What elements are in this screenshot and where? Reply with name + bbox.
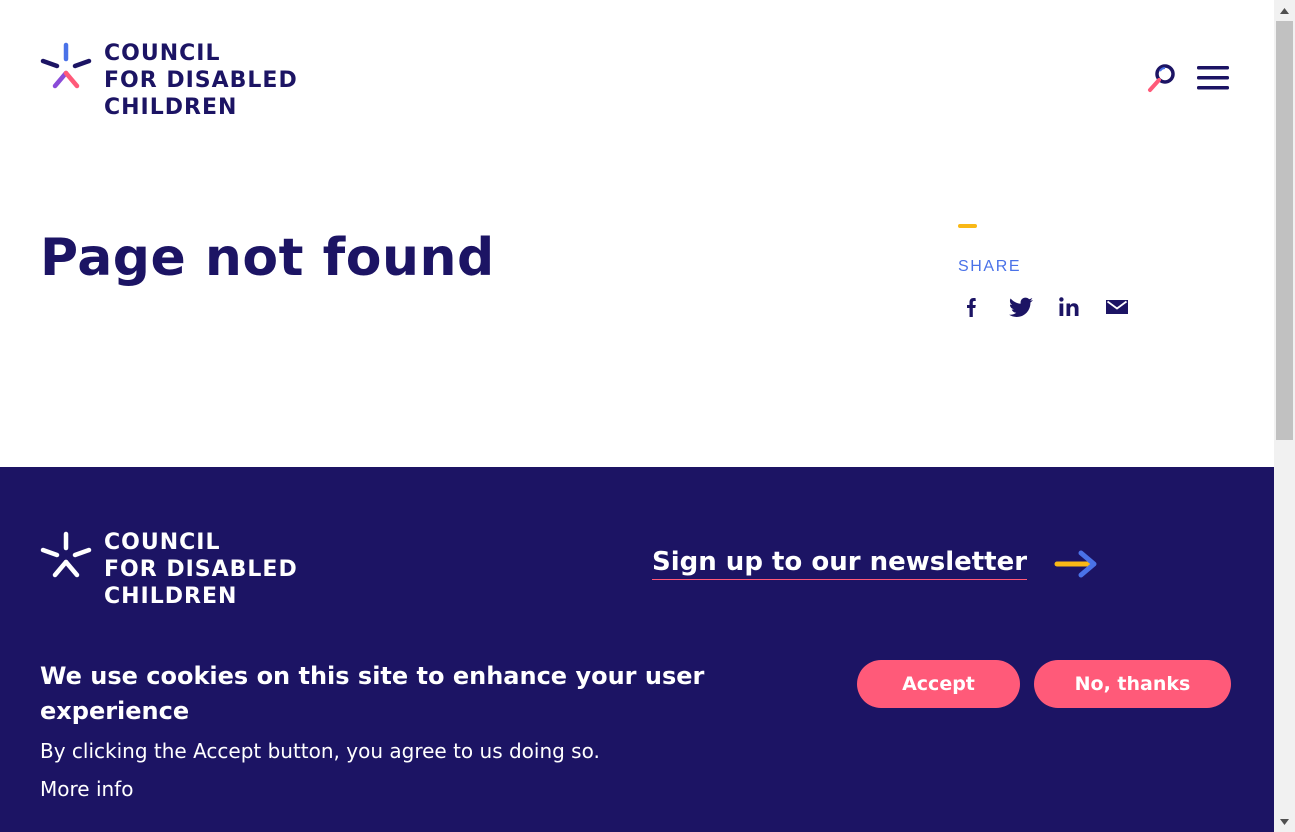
scroll-down-arrow-icon — [1280, 818, 1289, 825]
share-block: SHARE — [958, 224, 1128, 317]
logo-line-3: CHILDREN — [104, 95, 238, 120]
facebook-icon — [967, 298, 976, 317]
page: COUNCIL FOR DISABLED CHILDREN Page not f… — [0, 0, 1274, 832]
footer-logo-wordmark: COUNCIL FOR DISABLED CHILDREN — [104, 529, 298, 610]
page-title: Page not found — [40, 228, 495, 288]
vertical-scrollbar[interactable] — [1274, 0, 1295, 832]
share-facebook-button[interactable] — [960, 294, 986, 320]
search-button[interactable] — [1146, 62, 1178, 94]
footer-logo[interactable]: COUNCIL FOR DISABLED CHILDREN — [40, 529, 298, 610]
logo-wordmark: COUNCIL FOR DISABLED CHILDREN — [104, 40, 298, 121]
share-icons — [958, 294, 1158, 320]
search-icon — [1148, 64, 1175, 92]
hamburger-menu-icon — [1197, 66, 1229, 90]
email-icon — [1106, 300, 1128, 314]
arrow-right-icon — [1054, 550, 1097, 577]
newsletter-link[interactable]: Sign up to our newsletter — [652, 547, 1028, 580]
logo-star-icon — [40, 531, 92, 578]
scroll-down-button[interactable] — [1274, 813, 1295, 830]
cookie-banner-text: By clicking the Accept button, you agree… — [40, 739, 600, 763]
scroll-up-button[interactable] — [1274, 2, 1295, 19]
share-linkedin-button[interactable] — [1056, 294, 1082, 320]
footer-logo-line-1: COUNCIL — [104, 530, 221, 555]
cookie-banner-title: We use cookies on this site to enhance y… — [40, 662, 705, 725]
share-email-button[interactable] — [1104, 294, 1130, 320]
share-twitter-button[interactable] — [1008, 294, 1034, 320]
site-logo[interactable]: COUNCIL FOR DISABLED CHILDREN — [40, 40, 298, 121]
menu-button[interactable] — [1196, 62, 1230, 94]
cookie-more-info-link[interactable]: More info — [40, 777, 133, 801]
scrollbar-thumb[interactable] — [1276, 21, 1293, 440]
newsletter-signup[interactable]: Sign up to our newsletter — [652, 547, 1099, 580]
site-footer: COUNCIL FOR DISABLED CHILDREN Sign up to… — [0, 467, 1274, 832]
logo-line-1: COUNCIL — [104, 41, 221, 66]
logo-star-icon — [40, 42, 92, 89]
share-accent-bar — [958, 224, 977, 228]
cookie-decline-button[interactable]: No, thanks — [1034, 660, 1231, 708]
footer-logo-line-2: FOR DISABLED — [104, 557, 298, 582]
cookie-accept-button[interactable]: Accept — [857, 660, 1020, 708]
share-label: SHARE — [958, 258, 1022, 275]
logo-line-2: FOR DISABLED — [104, 68, 298, 93]
scroll-up-arrow-icon — [1280, 7, 1289, 14]
footer-logo-line-3: CHILDREN — [104, 584, 238, 609]
twitter-icon — [1009, 297, 1033, 317]
linkedin-icon — [1059, 297, 1079, 316]
